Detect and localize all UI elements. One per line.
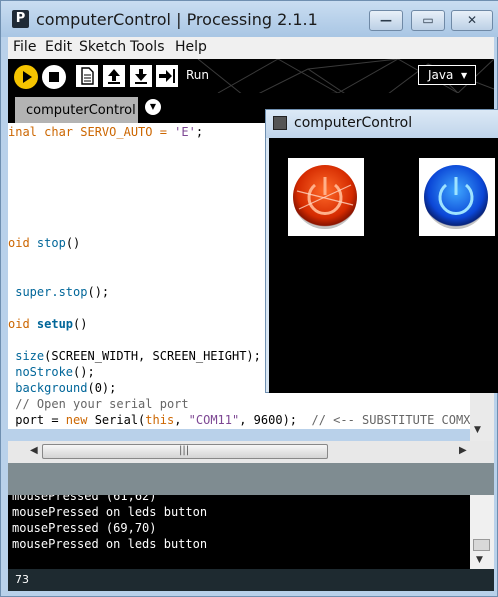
open-arrow-icon (108, 69, 120, 84)
scroll-left-arrow-icon[interactable]: ◀ (30, 445, 38, 456)
tab-menu-button[interactable]: ▼ (145, 99, 161, 115)
console-line: mousePressed on leds button (12, 505, 208, 519)
code-token: oid (8, 317, 37, 331)
code-comment-line: // Open your serial port (8, 397, 189, 411)
code-token: port = (8, 413, 66, 427)
console-scrollbar[interactable]: ▼ (470, 495, 494, 569)
code-token: (SCREEN_WIDTH, SCREEN_HEIGHT); (44, 349, 261, 363)
menu-tools[interactable]: Tools (130, 39, 165, 55)
code-line: oid setup() (8, 317, 87, 333)
grip-icon: ||| (179, 445, 190, 456)
code-token: background (15, 381, 88, 395)
new-button[interactable] (76, 65, 98, 87)
close-button[interactable]: ✕ (451, 10, 493, 31)
code-token: noStroke (15, 365, 74, 379)
code-token: Serial( (87, 413, 146, 427)
code-token: , (174, 413, 189, 427)
stop-button[interactable] (42, 65, 66, 89)
title-bar[interactable]: P computerControl | Processing 2.1.1 — ▭… (1, 1, 498, 37)
menu-bar: File Edit Sketch Tools Help (8, 37, 494, 59)
code-token: "COM11" (188, 413, 240, 427)
code-line: size(SCREEN_WIDTH, SCREEN_HEIGHT); (8, 349, 261, 365)
menu-edit[interactable]: Edit (45, 39, 72, 55)
line-status-bar: 73 (8, 569, 494, 591)
code-token: super. (8, 285, 59, 299)
export-button[interactable] (156, 65, 178, 87)
tab-computercontrol[interactable]: computerControl (15, 97, 138, 123)
scroll-right-arrow-icon[interactable]: ▶ (459, 445, 467, 456)
code-token: size (15, 349, 45, 363)
code-token: this (145, 413, 175, 427)
export-arrow-icon (159, 69, 175, 83)
code-line: background(0); (8, 381, 116, 397)
processing-app-icon: P (12, 10, 29, 28)
code-token: (); (87, 285, 110, 299)
editor-horizontal-scrollbar[interactable]: ◀ ||| ▶ (8, 441, 494, 463)
mode-selector[interactable]: Java ▼ (418, 65, 476, 85)
code-token: oid (8, 236, 37, 250)
horizontal-scroll-thumb[interactable]: ||| (42, 444, 328, 459)
console-output[interactable]: mousePressed (61,62) mousePressed on led… (8, 495, 470, 569)
power-icon (438, 177, 474, 215)
code-line: port = new Serial(this, "COM11", 9600); … (8, 413, 470, 429)
save-button[interactable] (130, 65, 152, 87)
play-icon (23, 71, 32, 83)
code-line: super.stop(); (8, 285, 109, 301)
menu-help[interactable]: Help (175, 39, 207, 55)
code-token: stop (58, 285, 88, 299)
code-token: () (73, 317, 88, 331)
code-token: (); (73, 365, 95, 379)
scroll-down-arrow-icon[interactable]: ▼ (476, 555, 483, 565)
code-line: noStroke(); (8, 365, 95, 381)
window-title: computerControl | Processing 2.1.1 (36, 10, 318, 29)
menu-file[interactable]: File (13, 39, 36, 55)
menu-sketch[interactable]: Sketch (79, 39, 126, 55)
code-token: 'E' (174, 125, 196, 139)
code-line: inal char SERVO_AUTO = 'E'; (8, 125, 203, 141)
code-token: , 9600); (239, 413, 312, 427)
sketch-window-icon (273, 116, 287, 130)
code-token: stop (36, 236, 66, 250)
code-token: setup (36, 317, 74, 331)
code-token: // <-- SUBSTITUTE COMXX (311, 413, 470, 427)
sketch-title-bar[interactable]: computerControl (266, 110, 498, 138)
stop-icon (49, 72, 59, 82)
code-token: (0); (87, 381, 117, 395)
power-icon (296, 177, 354, 215)
console-scroll-thumb[interactable] (473, 539, 490, 551)
code-token: () (65, 236, 81, 250)
minimize-button[interactable]: — (369, 10, 403, 31)
new-file-icon (81, 67, 94, 85)
sketch-canvas[interactable] (269, 138, 498, 393)
open-button[interactable] (103, 65, 125, 87)
console-line: mousePressed on leds button (12, 537, 208, 551)
leds-power-button[interactable] (288, 158, 364, 236)
code-token: ; (195, 125, 204, 139)
maximize-button[interactable]: ▭ (411, 10, 445, 31)
code-token: inal char SERVO_AUTO = (8, 125, 175, 139)
run-button[interactable] (14, 65, 38, 89)
message-area (8, 463, 494, 495)
mode-label: Java (428, 68, 454, 82)
sketch-window-title: computerControl (294, 115, 413, 131)
chevron-down-icon: ▼ (461, 71, 468, 80)
line-number: 73 (15, 573, 29, 586)
toolbar: Run Java ▼ (8, 59, 494, 93)
red-power-orb (293, 165, 357, 229)
console-line: mousePressed (69,70) (12, 521, 157, 535)
chevron-down-icon: ▼ (149, 102, 157, 111)
code-token: new (65, 413, 88, 427)
console-line: mousePressed (61,62) (12, 495, 157, 503)
save-arrow-icon (135, 69, 147, 84)
scroll-down-arrow-icon[interactable]: ▼ (474, 425, 481, 435)
servo-power-button[interactable] (419, 158, 495, 236)
code-line: oid stop() (8, 236, 80, 252)
sketch-window: computerControl (265, 109, 498, 393)
toolbar-hover-label: Run (186, 68, 210, 82)
blue-power-orb (424, 165, 488, 229)
